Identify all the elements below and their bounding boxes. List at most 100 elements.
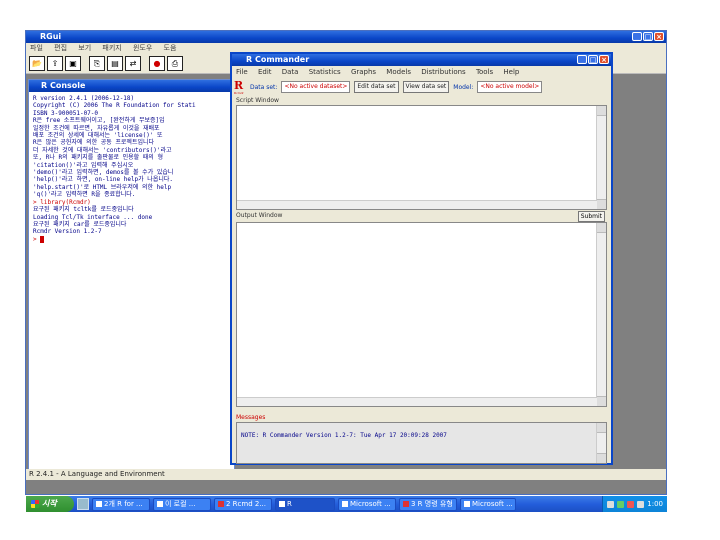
paste-icon[interactable]: ▤: [107, 56, 123, 71]
script-hscrollbar[interactable]: [237, 200, 597, 209]
output-window-label: Output Window: [236, 212, 283, 219]
menu-edit[interactable]: 편집: [54, 44, 67, 52]
edit-dataset-button[interactable]: Edit data set: [354, 81, 399, 93]
rgui-statusbar: R 2.4.1 - A Language and Environment: [26, 469, 666, 480]
quicklaunch-icon[interactable]: [77, 498, 89, 510]
menu-view[interactable]: 보기: [78, 44, 91, 52]
message-line: NOTE: R Commander Version 1.2-7: Tue Apr…: [241, 432, 447, 439]
window-icon: [464, 501, 470, 507]
console-line: 'q()'라고 입력하면 R을 종료합니다.: [33, 191, 136, 199]
start-label: 시작: [42, 499, 57, 508]
clock[interactable]: 1:00: [647, 500, 663, 508]
rc-menu-edit[interactable]: Edit: [258, 68, 272, 76]
rc-menu-data[interactable]: Data: [282, 68, 299, 76]
console-line: 요구된 패키지 tcltk를 로드중입니다: [33, 206, 134, 214]
rc-menu-statistics[interactable]: Statistics: [309, 68, 341, 76]
system-tray: 1:00: [602, 496, 667, 512]
open-script-icon[interactable]: 📂: [29, 56, 45, 71]
taskbar-item[interactable]: 2 Rcmd 2...: [214, 497, 272, 511]
copy-paste-icon[interactable]: ⇄: [125, 56, 141, 71]
console-line: 요구된 패키지 car를 로드중입니다: [33, 220, 127, 228]
console-command-line: > library(Rcmdr): [33, 198, 91, 206]
console-line: Loading Tcl/Tk interface ... done: [33, 213, 153, 221]
start-button[interactable]: 시작: [26, 496, 74, 512]
rcmdr-minimize-button[interactable]: _: [577, 55, 587, 64]
taskbar-item[interactable]: 2개 R for ...: [92, 497, 150, 511]
console-prompt-line[interactable]: >: [33, 235, 230, 243]
rcmdr-toolbar: R Rcmdr Data set: <No active dataset> Ed…: [232, 78, 611, 96]
rc-menu-distributions[interactable]: Distributions: [421, 68, 466, 76]
rc-menu-file[interactable]: File: [236, 68, 248, 76]
script-vscrollbar[interactable]: [596, 106, 606, 209]
console-output[interactable]: R version 2.4.1 (2006-12-18) Copyright (C…: [29, 92, 234, 468]
rc-menu-graphs[interactable]: Graphs: [351, 68, 376, 76]
window-icon: [157, 501, 163, 507]
messages-label: Messages: [236, 414, 266, 421]
text-cursor: [40, 235, 45, 243]
messages-window[interactable]: NOTE: R Commander Version 1.2-7: Tue Apr…: [236, 422, 607, 464]
r-logo-sub: Rcmdr: [234, 90, 244, 95]
model-label: Model:: [453, 83, 474, 91]
console-line: R version 2.4.1 (2006-12-18): [33, 95, 135, 102]
console-line: R은 많은 공헌자에 의한 공동 프로젝트입니다: [33, 139, 155, 147]
window-icon: [342, 501, 348, 507]
rcmdr-menubar: File Edit Data Statistics Graphs Models …: [232, 66, 611, 78]
rcmdr-window: R Commander _ □ × File Edit Data Statist…: [230, 52, 613, 465]
rgui-title: RGui: [40, 32, 62, 41]
r-app-icon: [218, 501, 224, 507]
messages-vscrollbar[interactable]: [596, 423, 606, 463]
taskbar-item[interactable]: Microsoft ...: [460, 497, 516, 511]
console-line: 또, R나 R의 패키지를 출판물로 인용할 때의 형: [33, 154, 163, 162]
copy-icon[interactable]: ⎘: [89, 56, 105, 71]
rcmdr-maximize-button[interactable]: □: [588, 55, 598, 64]
view-dataset-button[interactable]: View data set: [402, 81, 450, 93]
rc-menu-tools[interactable]: Tools: [476, 68, 493, 76]
active-dataset-button[interactable]: <No active dataset>: [281, 81, 351, 93]
rcmdr-title: R Commander: [246, 55, 310, 64]
taskbar: 시작 2개 R for ... 이 로컬 ... 2 Rcmd 2... R M…: [26, 496, 667, 512]
language-icon[interactable]: [607, 500, 615, 508]
menu-windows[interactable]: 윈도우: [133, 44, 152, 52]
network-icon[interactable]: [617, 500, 625, 508]
taskbar-item[interactable]: Microsoft ...: [338, 497, 396, 511]
console-line: Rcmdr Version 1.2-7: [33, 228, 102, 236]
output-vscrollbar[interactable]: [596, 223, 606, 406]
console-title: R Console: [41, 81, 86, 90]
antivirus-icon[interactable]: [627, 500, 635, 508]
script-window[interactable]: [236, 105, 607, 210]
console-line: R은 free 소프트웨어이고, [완전하게 무보증]입: [33, 117, 165, 125]
save-workspace-icon[interactable]: ▣: [65, 56, 81, 71]
rc-menu-models[interactable]: Models: [386, 68, 411, 76]
minimize-button[interactable]: _: [632, 32, 642, 41]
r-app-icon: [403, 501, 409, 507]
load-workspace-icon[interactable]: ⇪: [47, 56, 63, 71]
menu-file[interactable]: 파일: [30, 44, 43, 52]
dataset-label: Data set:: [250, 83, 278, 91]
r-logo: R Rcmdr: [234, 78, 244, 95]
console-line: 'citation()'라고 입력해 주십시오: [33, 161, 134, 169]
console-line: Copyright (C) 2006 The R Foundation for …: [33, 102, 196, 110]
taskbar-item[interactable]: 이 로컬 ...: [153, 497, 211, 511]
rcmdr-titlebar: R Commander _ □ ×: [232, 54, 611, 66]
active-model-button[interactable]: <No active model>: [477, 81, 543, 93]
stop-icon[interactable]: ●: [149, 56, 165, 71]
rc-menu-help[interactable]: Help: [503, 68, 519, 76]
print-icon[interactable]: ⎙: [167, 56, 183, 71]
output-window[interactable]: [236, 222, 607, 407]
menu-help[interactable]: 도움: [164, 44, 177, 52]
r-console-window: R Console R version 2.4.1 (2006-12-18) Co…: [28, 79, 235, 471]
console-prompt: >: [33, 235, 37, 243]
console-titlebar: R Console: [29, 80, 234, 92]
maximize-button[interactable]: □: [643, 32, 653, 41]
close-button[interactable]: ×: [654, 32, 664, 41]
taskbar-item[interactable]: 3 R 명령 유형: [399, 497, 457, 511]
console-line: 일정한 조건에 따르면, 자유롭게 이것을 재배포: [33, 124, 160, 132]
volume-icon[interactable]: [637, 500, 645, 508]
rcmdr-close-button[interactable]: ×: [599, 55, 609, 64]
windows-logo-icon: [31, 500, 39, 508]
submit-button[interactable]: Submit: [577, 211, 605, 222]
taskbar-item[interactable]: R: [275, 497, 335, 511]
menu-packages[interactable]: 패키지: [102, 44, 121, 52]
rgui-titlebar: RGui _ □ ×: [26, 31, 666, 43]
output-hscrollbar[interactable]: [237, 397, 597, 406]
